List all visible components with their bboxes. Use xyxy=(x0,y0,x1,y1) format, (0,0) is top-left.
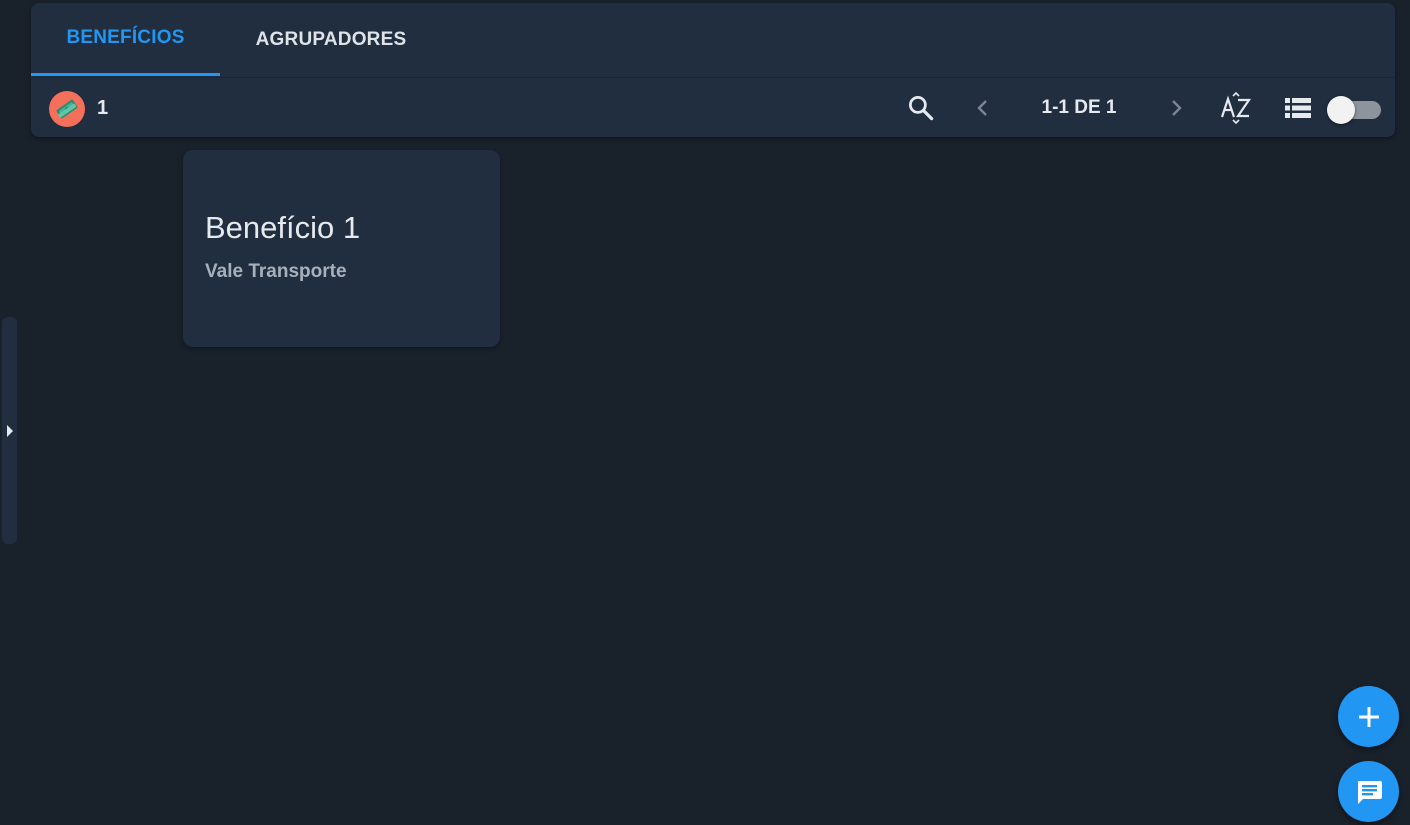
item-count: 1 xyxy=(97,97,109,119)
chevron-left-icon xyxy=(977,100,987,116)
pagination-text: 1-1 DE 1 xyxy=(1041,97,1117,118)
next-page-button[interactable] xyxy=(1159,91,1193,125)
tab-beneficios[interactable]: BENEFÍCIOS xyxy=(31,3,220,76)
chevron-right-icon xyxy=(1172,100,1182,116)
benefit-card[interactable]: Benefício 1 Vale Transporte xyxy=(183,150,500,347)
card-subtitle: Vale Transporte xyxy=(205,261,347,282)
view-mode-button[interactable] xyxy=(1281,91,1315,125)
tab-agrupadores[interactable]: AGRUPADORES xyxy=(220,3,442,76)
previous-page-button[interactable] xyxy=(966,91,1000,125)
search-button[interactable] xyxy=(904,91,938,125)
list-view-icon xyxy=(1285,98,1311,118)
display-toggle[interactable] xyxy=(1327,96,1381,124)
card-title: Benefício 1 xyxy=(205,210,361,245)
plus-icon xyxy=(1358,706,1379,727)
search-icon xyxy=(909,96,934,121)
top-panel: BENEFÍCIOS AGRUPADORES 1 1-1 DE 1 xyxy=(31,3,1395,137)
money-icon xyxy=(56,99,78,119)
caret-right-icon xyxy=(6,424,13,437)
add-button[interactable] xyxy=(1338,686,1399,747)
chat-icon xyxy=(1357,780,1382,804)
toggle-knob xyxy=(1327,96,1355,124)
tab-bar: BENEFÍCIOS AGRUPADORES xyxy=(31,3,1395,78)
sort-az-icon xyxy=(1220,91,1252,125)
sort-button[interactable] xyxy=(1219,91,1253,125)
sidebar-expand-handle[interactable] xyxy=(2,317,17,544)
chat-button[interactable] xyxy=(1338,761,1399,822)
benefit-avatar xyxy=(49,91,85,127)
toolbar: 1 1-1 DE 1 xyxy=(31,77,1395,137)
